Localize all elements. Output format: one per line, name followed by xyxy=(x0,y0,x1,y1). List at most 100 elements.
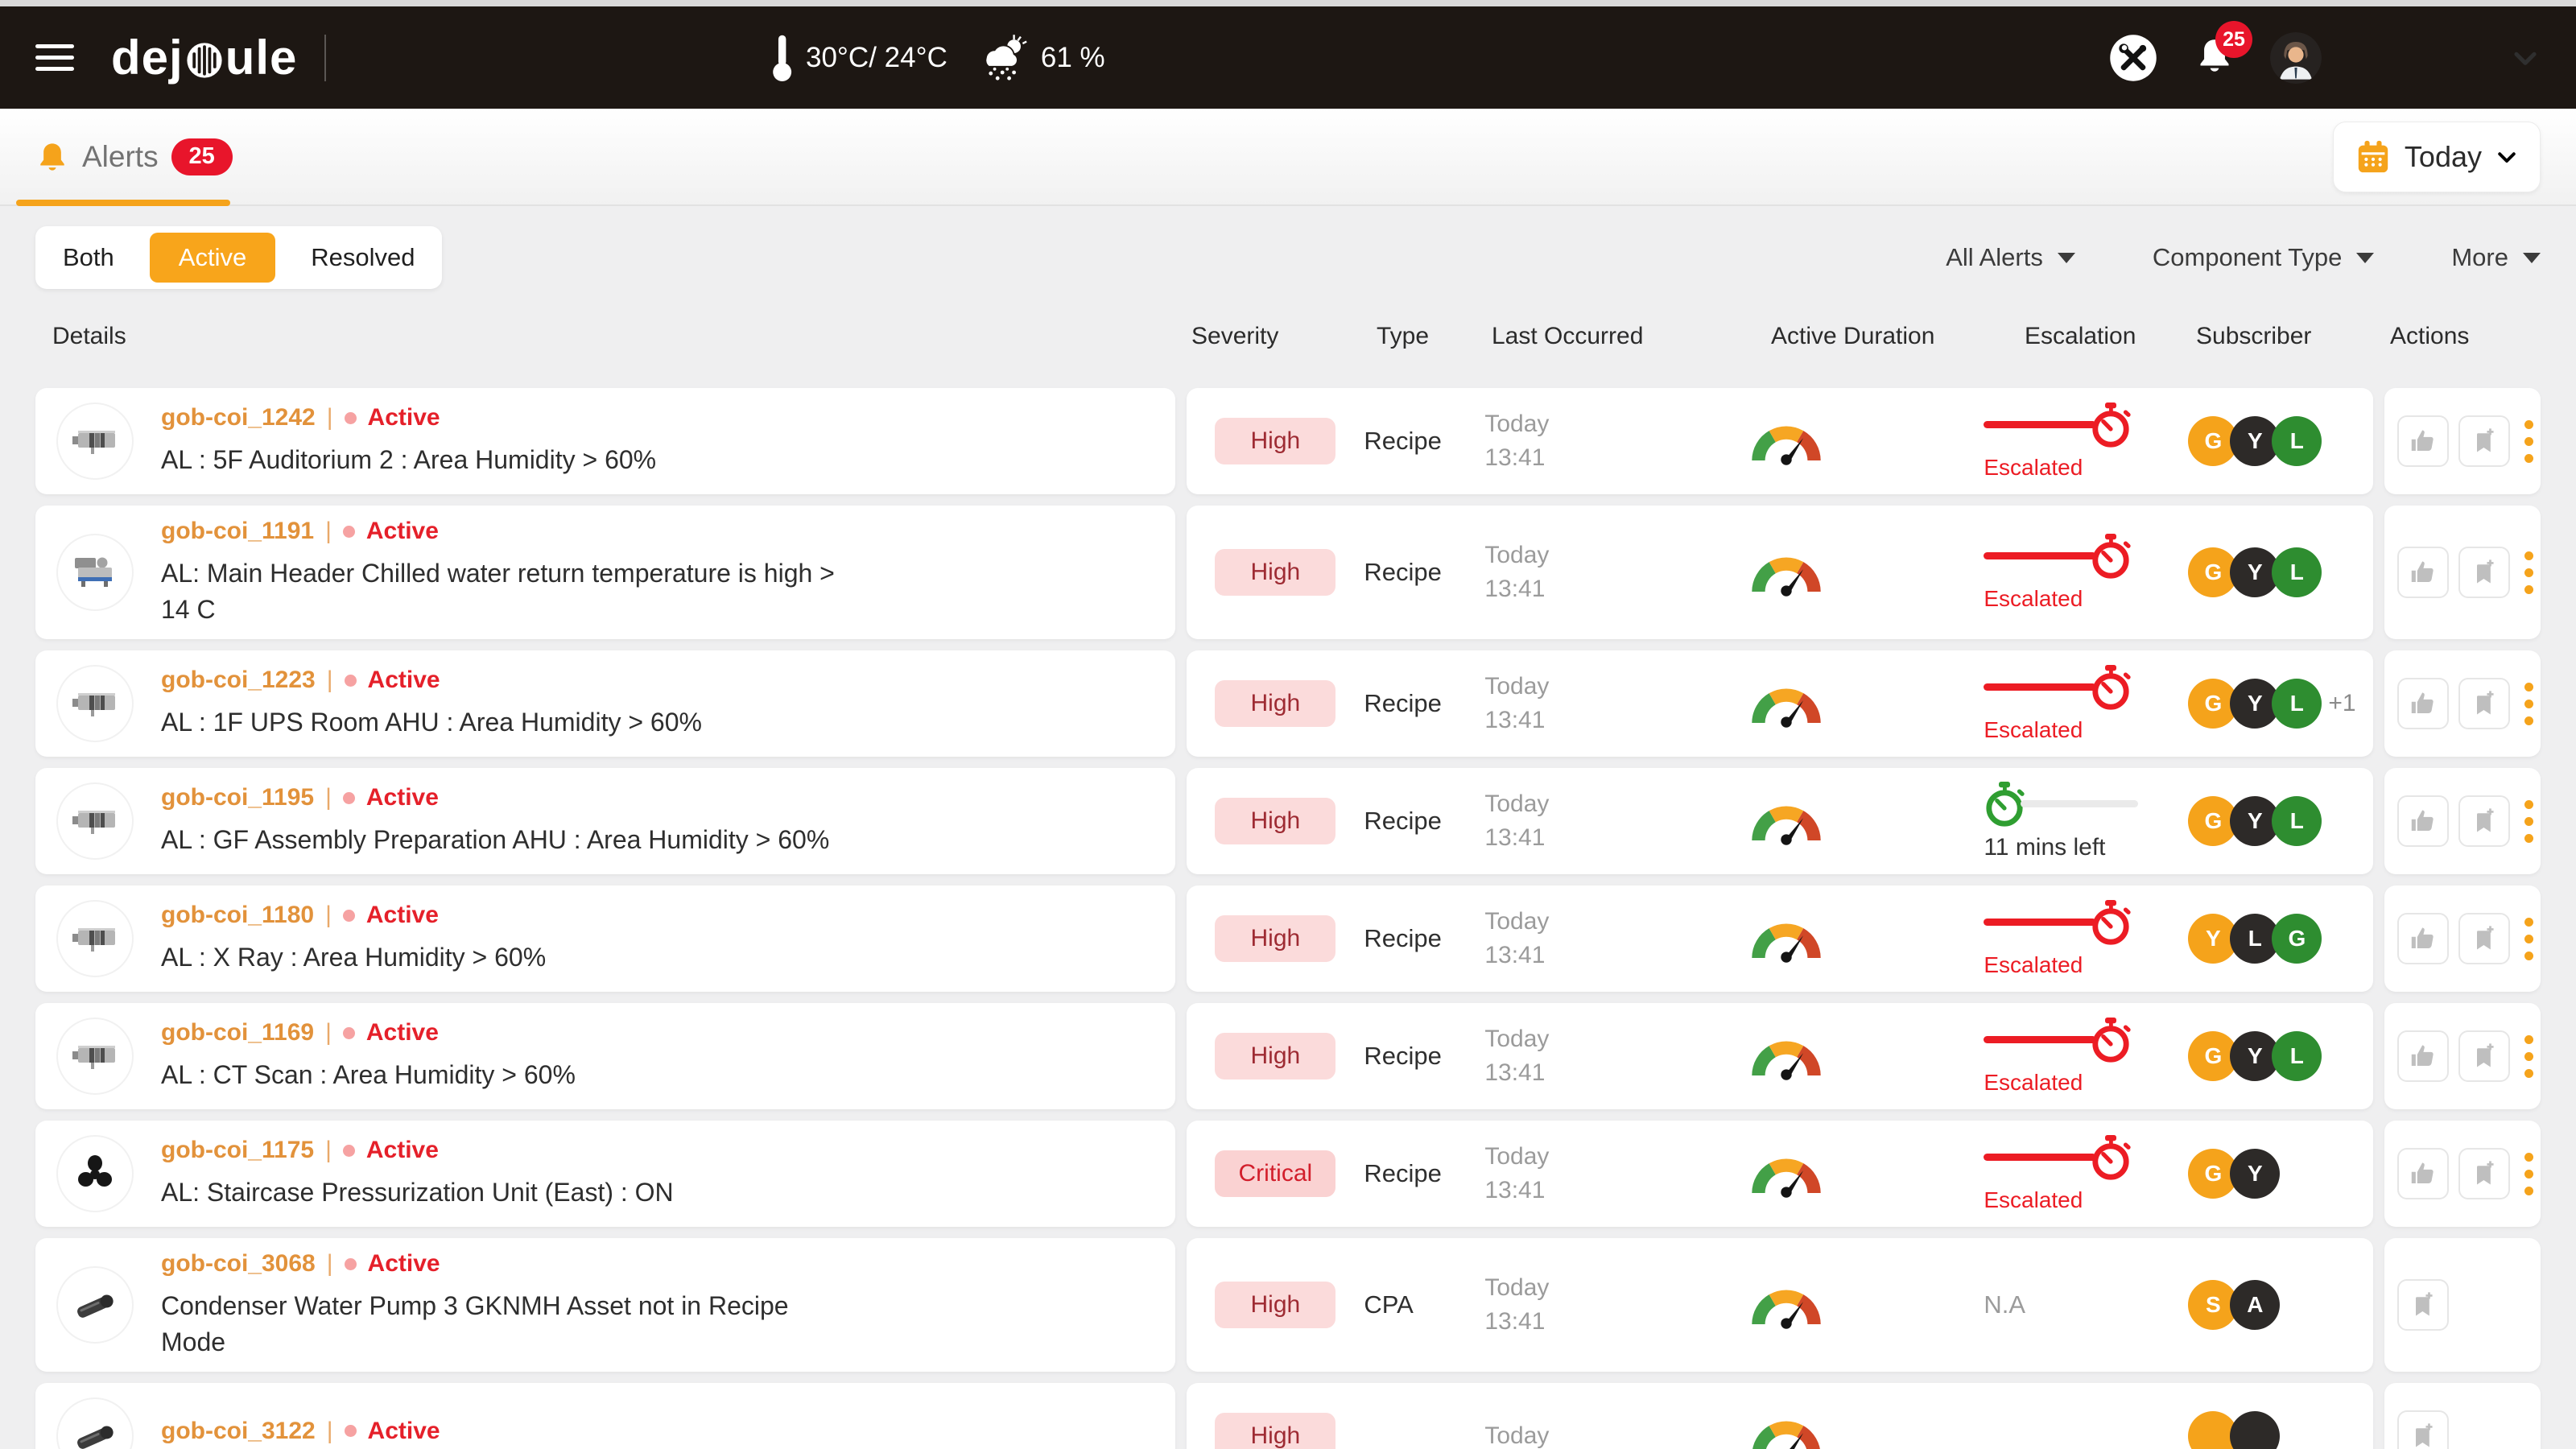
subscriber-avatar[interactable] xyxy=(2230,1411,2280,1449)
last-occurred-day: Today xyxy=(1484,1140,1686,1174)
column-actions: Actions xyxy=(2390,323,2469,350)
tools-icon[interactable] xyxy=(2109,34,2157,82)
bookmark-button[interactable] xyxy=(2458,913,2510,964)
acknowledge-button[interactable] xyxy=(2397,795,2449,847)
subscriber-avatar[interactable]: L xyxy=(2272,416,2322,466)
escalated-timeline xyxy=(1984,1018,2153,1063)
row-menu-kebab-icon[interactable] xyxy=(2524,800,2533,843)
status-dot-icon xyxy=(343,1027,355,1039)
row-menu-kebab-icon[interactable] xyxy=(2524,918,2533,960)
type-cell: Recipe xyxy=(1364,427,1484,456)
row-menu-kebab-icon[interactable] xyxy=(2524,1035,2533,1078)
alert-description: Condenser Water Pump 3 GKNMH Asset not i… xyxy=(161,1288,841,1359)
alert-description: AL: Main Header Chilled water return tem… xyxy=(161,555,841,626)
user-avatar[interactable] xyxy=(2270,32,2322,84)
alert-details-card[interactable]: gob-coi_3068 | Active Condenser Water Pu… xyxy=(35,1238,1175,1372)
escalation-label: Escalated xyxy=(1984,586,2153,612)
alert-details-card[interactable]: gob-coi_1169 | Active AL : CT Scan : Are… xyxy=(35,1003,1175,1109)
subscriber-avatar[interactable]: L xyxy=(2272,547,2322,597)
subscriber-avatar[interactable]: G xyxy=(2272,914,2322,964)
subscriber-avatar[interactable]: L xyxy=(2272,1031,2322,1081)
alert-description: AL : 1F UPS Room AHU : Area Humidity > 6… xyxy=(161,704,702,740)
alert-details-card[interactable]: gob-coi_3122 | Active xyxy=(35,1383,1175,1449)
notifications-button[interactable]: 25 xyxy=(2194,34,2235,81)
alert-row: gob-coi_1223 | Active AL : 1F UPS Room A… xyxy=(35,650,2541,757)
tab-alerts[interactable]: Alerts 25 xyxy=(35,138,233,175)
alert-text: gob-coi_1169 | Active AL : CT Scan : Are… xyxy=(161,1019,576,1092)
alert-details-card[interactable]: gob-coi_1223 | Active AL : 1F UPS Room A… xyxy=(35,650,1175,757)
bookmark-button[interactable] xyxy=(2458,1030,2510,1082)
alert-status: Active xyxy=(366,1019,439,1046)
alert-id[interactable]: gob-coi_1242 xyxy=(161,404,316,431)
type-cell: CPA xyxy=(1364,1290,1484,1319)
type-cell: Recipe xyxy=(1364,1159,1484,1188)
dropdown-all-alerts[interactable]: All Alerts xyxy=(1946,243,2075,272)
row-menu-kebab-icon[interactable] xyxy=(2524,1153,2533,1195)
escalation-label: Escalated xyxy=(1984,717,2153,743)
chevron-down-icon xyxy=(2495,145,2519,169)
acknowledge-button[interactable] xyxy=(2397,1148,2449,1199)
alert-id[interactable]: gob-coi_1175 xyxy=(161,1137,314,1164)
escalation-bar xyxy=(1984,552,2096,559)
acknowledge-button[interactable] xyxy=(2397,415,2449,467)
alert-details-card[interactable]: gob-coi_1180 | Active AL : X Ray : Area … xyxy=(35,886,1175,992)
type-cell: Recipe xyxy=(1364,689,1484,718)
bookmark-button[interactable] xyxy=(2397,1410,2449,1449)
dropdown-more[interactable]: More xyxy=(2451,243,2541,272)
alert-details-card[interactable]: gob-coi_1175 | Active AL: Staircase Pres… xyxy=(35,1121,1175,1227)
subscribers-cell: GYL+1 xyxy=(2153,679,2373,729)
acknowledge-button[interactable] xyxy=(2397,547,2449,598)
severity-cell: High xyxy=(1187,915,1364,962)
stopwatch-icon xyxy=(2090,665,2132,710)
row-menu-kebab-icon[interactable] xyxy=(2524,683,2533,725)
chevron-down-icon[interactable] xyxy=(2510,43,2541,73)
app-logo[interactable]: dej ule xyxy=(111,30,297,85)
alert-status: Active xyxy=(368,667,440,694)
bookmark-button[interactable] xyxy=(2397,1279,2449,1331)
logo-text-prefix: dej xyxy=(111,30,184,85)
bookmark-button[interactable] xyxy=(2458,547,2510,598)
row-menu-kebab-icon[interactable] xyxy=(2524,420,2533,463)
subscriber-avatar[interactable]: L xyxy=(2272,679,2322,729)
segment-both[interactable]: Both xyxy=(63,243,114,272)
alert-id[interactable]: gob-coi_1191 xyxy=(161,518,314,545)
alert-id[interactable]: gob-coi_1223 xyxy=(161,667,316,694)
escalation-label: N.A xyxy=(1984,1290,2153,1319)
alert-details-card[interactable]: gob-coi_1191 | Active AL: Main Header Ch… xyxy=(35,506,1175,639)
alert-actions-card xyxy=(2384,650,2541,757)
hamburger-menu-icon[interactable] xyxy=(35,44,74,71)
status-dot-icon xyxy=(343,910,355,922)
bookmark-button[interactable] xyxy=(2458,415,2510,467)
subscribers-cell: YLG xyxy=(2153,914,2373,964)
acknowledge-button[interactable] xyxy=(2397,1030,2449,1082)
countdown-track xyxy=(2021,800,2138,807)
subscriber-avatar[interactable]: A xyxy=(2230,1280,2280,1330)
caret-down-icon xyxy=(2523,253,2541,263)
alert-details-card[interactable]: gob-coi_1242 | Active AL : 5F Auditorium… xyxy=(35,388,1175,494)
acknowledge-button[interactable] xyxy=(2397,678,2449,729)
alert-id[interactable]: gob-coi_1180 xyxy=(161,902,314,929)
acknowledge-button[interactable] xyxy=(2397,913,2449,964)
bookmark-button[interactable] xyxy=(2458,1148,2510,1199)
escalation-label: 11 mins left xyxy=(1984,834,2153,861)
segment-active[interactable]: Active xyxy=(150,233,275,283)
alert-id[interactable]: gob-coi_3068 xyxy=(161,1250,316,1278)
date-filter-button[interactable]: Today xyxy=(2333,122,2541,192)
notification-count-badge: 25 xyxy=(2215,21,2252,58)
alert-id[interactable]: gob-coi_3122 xyxy=(161,1418,316,1445)
status-dot-icon xyxy=(343,792,355,804)
bookmark-button[interactable] xyxy=(2458,678,2510,729)
bookmark-button[interactable] xyxy=(2458,795,2510,847)
row-menu-kebab-icon[interactable] xyxy=(2524,551,2533,594)
alert-status: Active xyxy=(366,1137,439,1164)
segment-resolved[interactable]: Resolved xyxy=(311,243,415,272)
dropdown-component-type[interactable]: Component Type xyxy=(2153,243,2375,272)
alert-details-card[interactable]: gob-coi_1195 | Active AL : GF Assembly P… xyxy=(35,768,1175,874)
subscriber-avatar[interactable]: L xyxy=(2272,796,2322,846)
separator: | xyxy=(325,902,332,929)
alert-status: Active xyxy=(366,518,439,545)
alert-id[interactable]: gob-coi_1195 xyxy=(161,784,314,811)
alert-id[interactable]: gob-coi_1169 xyxy=(161,1019,314,1046)
status-segmented-control: Both Active Resolved xyxy=(35,226,442,289)
subscriber-avatar[interactable]: Y xyxy=(2230,1149,2280,1199)
